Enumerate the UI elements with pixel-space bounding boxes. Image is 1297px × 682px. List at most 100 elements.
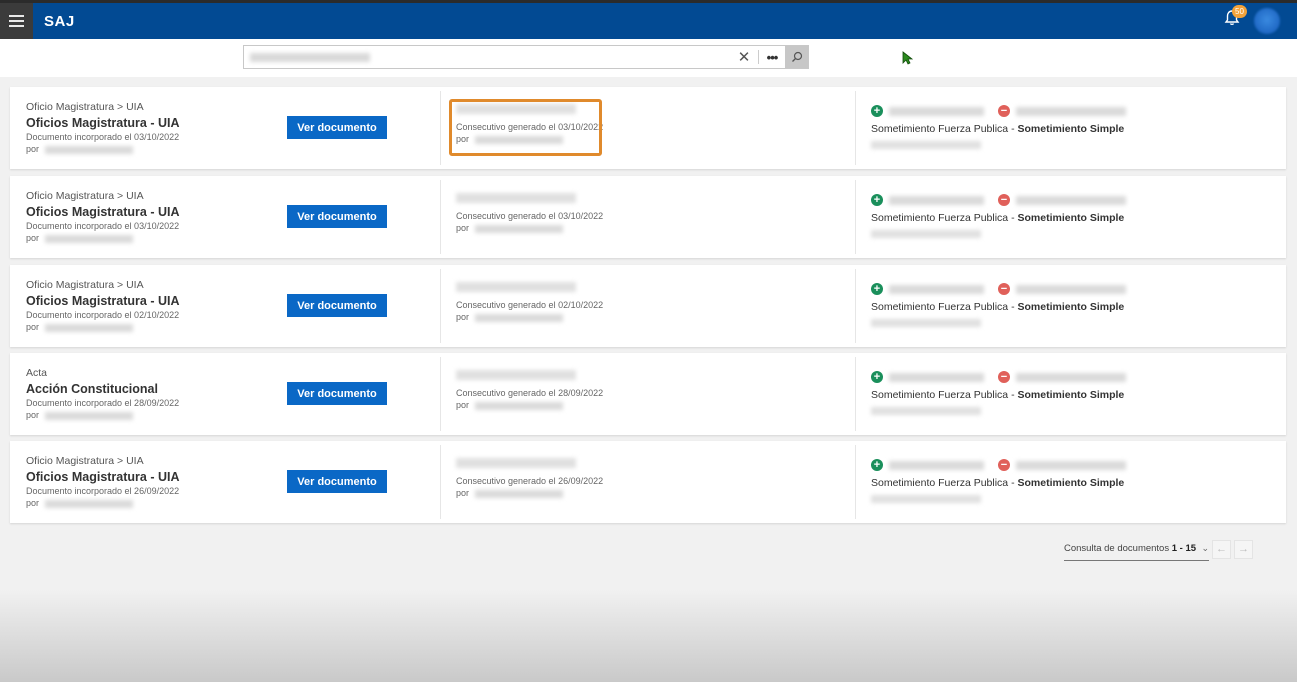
consecutive-by: por xyxy=(456,399,606,412)
por-label: por xyxy=(456,488,470,498)
type-bold: Sometimiento Simple xyxy=(1017,477,1125,489)
type-prefix: Sometimiento Fuerza Publica - xyxy=(871,212,1018,224)
search-query-blurred xyxy=(250,53,370,62)
consecutive-date: Consecutivo generado el 28/09/2022 xyxy=(456,388,604,398)
menu-line xyxy=(9,15,24,17)
blurred-user xyxy=(475,313,564,322)
document-info: Acta Acción Constitucional Documento inc… xyxy=(26,367,286,422)
remove-circle-icon[interactable]: − xyxy=(998,283,1010,295)
pagination-range-select[interactable]: Consulta de documentos 1 - 15 ⌄ xyxy=(1064,537,1209,561)
type-prefix: Sometimiento Fuerza Publica - xyxy=(871,301,1018,313)
blurred-text xyxy=(889,195,984,205)
type-bold: Sometimiento Simple xyxy=(1017,212,1125,224)
blurred-consecutive-number xyxy=(456,193,576,203)
column-divider xyxy=(440,357,441,431)
type-prefix: Sometimiento Fuerza Publica - xyxy=(871,123,1018,135)
blurred-text xyxy=(1016,195,1126,205)
document-card: Oficio Magistratura > UIA Oficios Magist… xyxy=(10,441,1286,523)
add-circle-icon[interactable]: + xyxy=(871,283,883,295)
search-button[interactable] xyxy=(785,46,808,68)
incorporated-date: Documento incorporado el 03/10/2022 xyxy=(26,221,180,231)
ver-documento-button[interactable]: Ver documento xyxy=(287,470,387,493)
remove-circle-icon[interactable]: − xyxy=(998,459,1010,471)
ver-documento-button[interactable]: Ver documento xyxy=(287,382,387,405)
add-circle-icon[interactable]: + xyxy=(871,459,883,471)
incorporated-by: por xyxy=(26,321,286,334)
ver-documento-button[interactable]: Ver documento xyxy=(287,294,387,317)
document-type: Sometimiento Fuerza Publica - Sometimien… xyxy=(871,300,1271,314)
blurred-text xyxy=(889,460,984,470)
column-divider xyxy=(440,269,441,343)
previous-page-button[interactable]: ← xyxy=(1212,539,1231,559)
column-divider xyxy=(855,91,856,165)
document-title: Oficios Magistratura - UIA xyxy=(26,294,180,308)
action-row: + − xyxy=(871,458,1271,472)
column-divider xyxy=(855,357,856,431)
document-breadcrumb: Oficio Magistratura > UIA xyxy=(26,279,144,291)
blurred-user xyxy=(475,489,564,498)
consecutive-date: Consecutivo generado el 03/10/2022 xyxy=(456,211,604,221)
document-card: Oficio Magistratura > UIA Oficios Magist… xyxy=(10,87,1286,169)
column-divider xyxy=(855,269,856,343)
add-circle-icon[interactable]: + xyxy=(871,194,883,206)
app-title: SAJ xyxy=(44,12,75,30)
document-info: Oficio Magistratura > UIA Oficios Magist… xyxy=(26,279,286,334)
bottom-fade xyxy=(0,590,1297,682)
document-card: Acta Acción Constitucional Documento inc… xyxy=(10,353,1286,435)
document-info: Oficio Magistratura > UIA Oficios Magist… xyxy=(26,101,286,156)
column-divider xyxy=(440,91,441,165)
more-options-button[interactable]: ••• xyxy=(759,46,785,68)
incorporated-date: Documento incorporado el 28/09/2022 xyxy=(26,398,180,408)
ver-documento-button[interactable]: Ver documento xyxy=(287,205,387,228)
clear-search-button[interactable]: ✕ xyxy=(730,46,758,68)
search-icon xyxy=(791,51,802,62)
document-title: Oficios Magistratura - UIA xyxy=(26,470,180,484)
blurred-user xyxy=(45,323,134,332)
action-row: + − xyxy=(871,282,1271,296)
action-row: + − xyxy=(871,193,1271,207)
classification-info: + − Sometimiento Fuerza Publica - Someti… xyxy=(871,104,1271,149)
user-avatar[interactable] xyxy=(1254,8,1280,34)
blurred-text xyxy=(1016,460,1126,470)
document-card: Oficio Magistratura > UIA Oficios Magist… xyxy=(10,176,1286,258)
blurred-text xyxy=(889,106,984,116)
document-card: Oficio Magistratura > UIA Oficios Magist… xyxy=(10,265,1286,347)
remove-circle-icon[interactable]: − xyxy=(998,194,1010,206)
por-label: por xyxy=(26,498,40,508)
hamburger-menu-button[interactable] xyxy=(0,3,33,39)
blurred-subtext xyxy=(871,141,981,149)
incorporated-date: Documento incorporado el 02/10/2022 xyxy=(26,310,180,320)
menu-line xyxy=(9,25,24,27)
classification-info: + − Sometimiento Fuerza Publica - Someti… xyxy=(871,370,1271,415)
remove-circle-icon[interactable]: − xyxy=(998,105,1010,117)
add-circle-icon[interactable]: + xyxy=(871,105,883,117)
document-type: Sometimiento Fuerza Publica - Sometimien… xyxy=(871,388,1271,402)
por-label: por xyxy=(26,410,40,420)
pagination-range: 1 - 15 xyxy=(1171,543,1197,554)
add-circle-icon[interactable]: + xyxy=(871,371,883,383)
blurred-consecutive-number xyxy=(456,458,576,468)
ver-documento-button[interactable]: Ver documento xyxy=(287,116,387,139)
consecutive-info: Consecutivo generado el 28/09/2022 por xyxy=(456,370,606,412)
classification-info: + − Sometimiento Fuerza Publica - Someti… xyxy=(871,282,1271,327)
blurred-user xyxy=(45,145,134,154)
consecutive-info: Consecutivo generado el 03/10/2022 por xyxy=(456,193,606,235)
action-row: + − xyxy=(871,104,1271,118)
pagination-label: Consulta de documentos 1 - 15 xyxy=(1064,543,1196,554)
por-label: por xyxy=(456,312,470,322)
blurred-text xyxy=(1016,372,1126,382)
blurred-subtext xyxy=(871,407,981,415)
pagination: Consulta de documentos 1 - 15 ⌄ ← → xyxy=(1064,537,1253,561)
document-type: Sometimiento Fuerza Publica - Sometimien… xyxy=(871,476,1271,490)
blurred-user xyxy=(45,411,134,420)
next-page-button[interactable]: → xyxy=(1234,539,1253,559)
consecutive-by: por xyxy=(456,222,606,235)
blurred-subtext xyxy=(871,495,981,503)
document-breadcrumb: Oficio Magistratura > UIA xyxy=(26,101,144,113)
incorporated-by: por xyxy=(26,143,286,156)
por-label: por xyxy=(456,400,470,410)
document-type: Sometimiento Fuerza Publica - Sometimien… xyxy=(871,211,1271,225)
blurred-user xyxy=(45,234,134,243)
remove-circle-icon[interactable]: − xyxy=(998,371,1010,383)
consecutive-date: Consecutivo generado el 02/10/2022 xyxy=(456,300,604,310)
